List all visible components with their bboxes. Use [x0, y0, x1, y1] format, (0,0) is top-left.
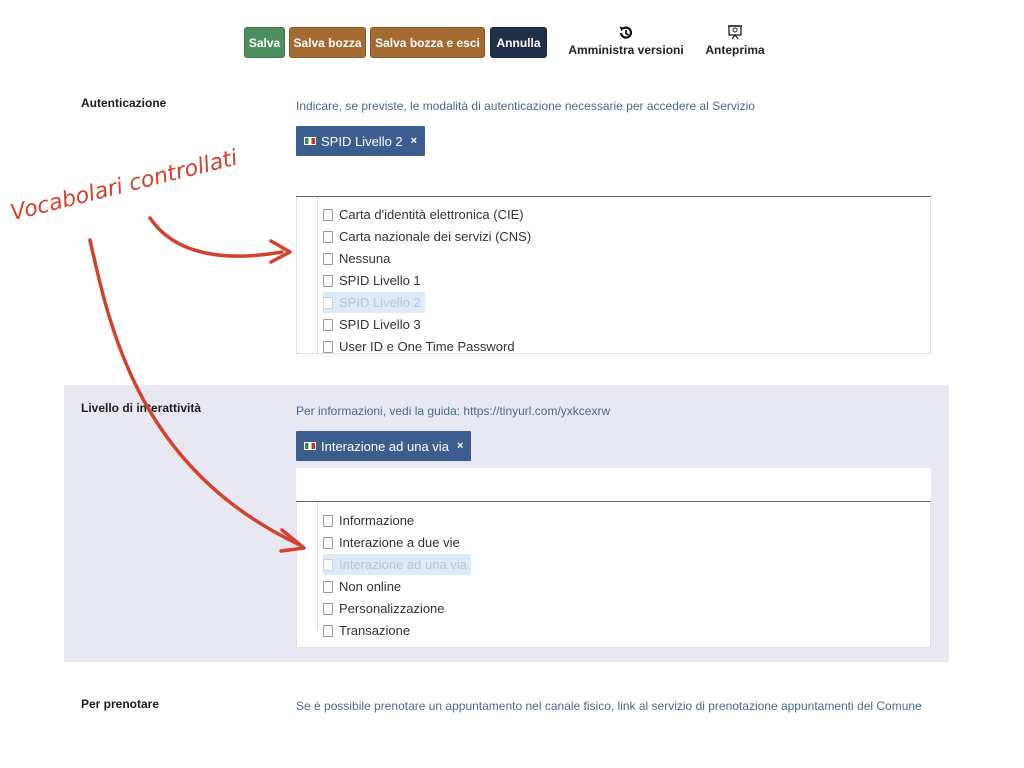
tree-item-otp[interactable]: User ID e One Time Password — [323, 336, 519, 354]
tree-item-una-via[interactable]: Interazione ad una via — [323, 554, 471, 575]
tree-item-label: Interazione ad una via — [339, 557, 467, 572]
tree-item-label: Carta d'identità elettronica (CIE) — [339, 207, 524, 222]
history-icon — [617, 23, 635, 43]
tree-item-label: Transazione — [339, 623, 411, 638]
prenotare-help: Se è possibile prenotare un appuntamento… — [296, 699, 922, 713]
preview-button[interactable]: Anteprima — [702, 23, 768, 57]
tree-item-label: User ID e One Time Password — [339, 339, 515, 354]
document-icon — [323, 274, 333, 287]
flag-icon — [304, 442, 316, 450]
tree-item-spid-1[interactable]: SPID Livello 1 — [323, 270, 425, 291]
livello-section: Livello di interattività Per informazion… — [64, 385, 949, 662]
document-icon — [323, 296, 333, 309]
document-icon — [323, 514, 333, 527]
document-icon — [323, 624, 333, 637]
prenotare-label: Per prenotare — [81, 697, 160, 711]
tree-item-label: Interazione a due vie — [339, 535, 460, 550]
tree-item-due-vie[interactable]: Interazione a due vie — [323, 532, 464, 553]
livello-search-input[interactable] — [296, 468, 931, 502]
autenticazione-tree: Carta d'identità elettronica (CIE) Carta… — [296, 197, 931, 354]
preview-label: Anteprima — [705, 43, 765, 57]
tree-item-informazione[interactable]: Informazione — [323, 510, 418, 531]
autenticazione-label: Autenticazione — [81, 96, 167, 110]
tree-item-transazione[interactable]: Transazione — [323, 620, 414, 641]
document-icon — [323, 602, 333, 615]
tree-item-label: Personalizzazione — [339, 601, 445, 616]
tree-connector — [317, 502, 318, 629]
tree-item-label: SPID Livello 1 — [339, 273, 421, 288]
document-icon — [323, 340, 333, 353]
tree-item-label: Carta nazionale dei servizi (CNS) — [339, 229, 532, 244]
livello-tree: Informazione Interazione a due vie Inter… — [296, 502, 931, 648]
manage-versions-button[interactable]: Amministra versioni — [566, 23, 686, 57]
tree-item-label: SPID Livello 3 — [339, 317, 421, 332]
document-icon — [323, 536, 333, 549]
tree-item-non-online[interactable]: Non online — [323, 576, 405, 597]
save-draft-exit-button[interactable]: Salva bozza e esci — [370, 27, 485, 58]
autenticazione-help: Indicare, se previste, le modalità di au… — [296, 99, 755, 113]
remove-tag-icon[interactable]: × — [411, 135, 417, 147]
tree-item-spid-3[interactable]: SPID Livello 3 — [323, 314, 425, 335]
document-icon — [323, 558, 333, 571]
autenticazione-section: Autenticazione Indicare, se previste, le… — [64, 80, 949, 380]
tree-item-spid-2[interactable]: SPID Livello 2 — [323, 292, 425, 313]
tree-connector — [317, 197, 318, 353]
flag-icon — [304, 137, 316, 145]
document-icon — [323, 580, 333, 593]
tree-item-label: Informazione — [339, 513, 415, 528]
tree-item-label: Nessuna — [339, 251, 391, 266]
cancel-button[interactable]: Annulla — [490, 27, 547, 58]
save-draft-button[interactable]: Salva bozza — [289, 27, 366, 58]
save-button[interactable]: Salva — [244, 27, 285, 58]
tree-item-cie[interactable]: Carta d'identità elettronica (CIE) — [323, 204, 528, 225]
remove-tag-icon[interactable]: × — [457, 440, 463, 452]
autenticazione-search-input[interactable] — [296, 166, 931, 197]
document-icon — [323, 318, 333, 331]
selected-tag-label: Interazione ad una via — [321, 438, 449, 454]
tree-item-personalizzazione[interactable]: Personalizzazione — [323, 598, 449, 619]
selected-tag-autenticazione: SPID Livello 2 × — [296, 126, 426, 156]
tree-item-cns[interactable]: Carta nazionale dei servizi (CNS) — [323, 226, 535, 247]
tree-item-label: Non online — [339, 579, 402, 594]
document-icon — [323, 208, 333, 221]
selected-tag-label: SPID Livello 2 — [321, 133, 403, 149]
livello-help: Per informazioni, vedi la guida: https:/… — [296, 404, 611, 418]
manage-versions-label: Amministra versioni — [568, 43, 684, 57]
livello-label: Livello di interattività — [81, 401, 202, 415]
presentation-icon — [728, 23, 742, 43]
tree-item-nessuna[interactable]: Nessuna — [323, 248, 394, 269]
document-icon — [323, 252, 333, 265]
selected-tag-livello: Interazione ad una via × — [296, 431, 472, 461]
document-icon — [323, 230, 333, 243]
tree-item-label: SPID Livello 2 — [339, 295, 421, 310]
prenotare-section: Per prenotare Se è possibile prenotare u… — [64, 670, 949, 768]
